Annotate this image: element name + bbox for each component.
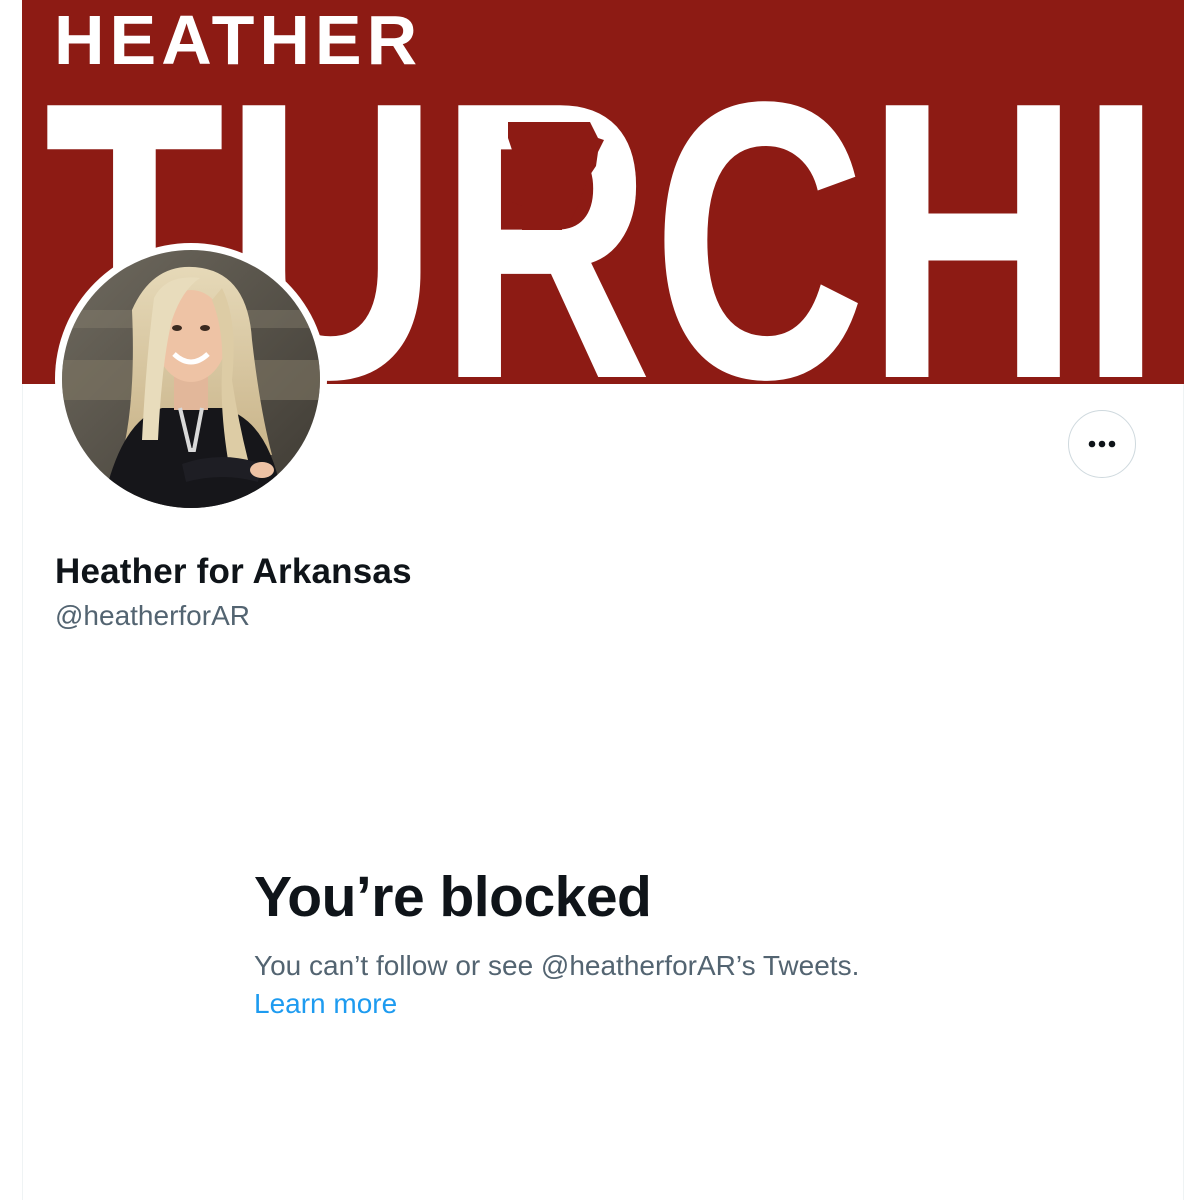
more-horizontal-icon [1088,440,1116,448]
avatar-photo [62,250,320,508]
profile-handle: @heatherforAR [55,600,250,631]
profile-display-name: Heather for Arkansas [55,552,412,591]
more-options-button[interactable] [1068,410,1136,478]
blocked-title: You’re blocked [254,865,652,929]
learn-more-link[interactable]: Learn more [254,988,397,1020]
blocked-message: You can’t follow or see @heatherforAR’s … [254,950,860,981]
profile-avatar[interactable] [55,243,327,515]
